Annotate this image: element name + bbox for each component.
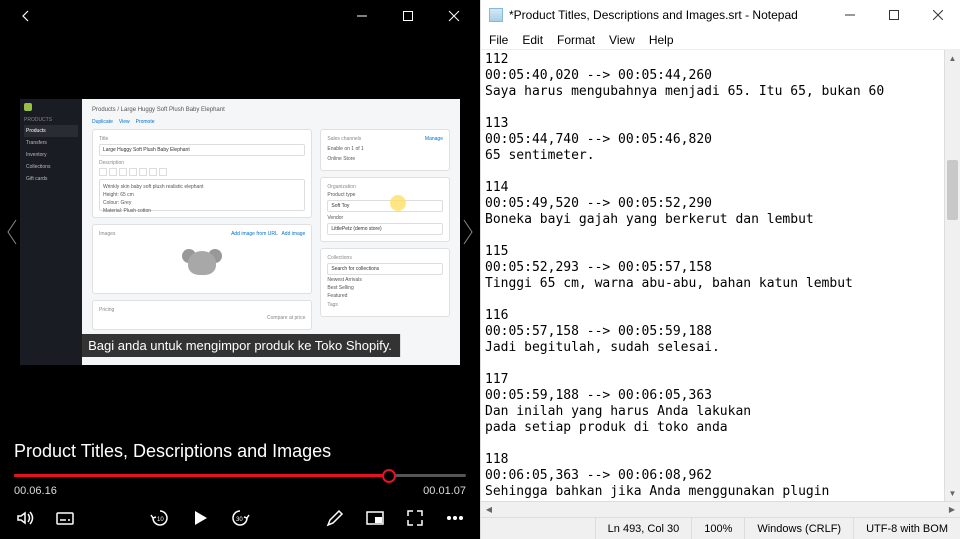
scroll-left-icon[interactable]: ◀	[481, 502, 497, 517]
add-url-link: Add image from URL	[231, 231, 278, 237]
scroll-thumb[interactable]	[947, 160, 958, 220]
video-player-window: PRODUCTS Products Transfers Inventory Co…	[0, 0, 480, 539]
menu-view[interactable]: View	[609, 33, 635, 47]
coll-item: Best Selling	[327, 285, 443, 291]
subtitles-button[interactable]	[54, 507, 76, 529]
total-time: 00.01.07	[423, 485, 466, 497]
sidebar-item-inventory: Inventory	[24, 149, 78, 161]
coll-item: Featured	[327, 293, 443, 299]
subtitle-caption: Bagi anda untuk mengimpor produk ke Toko…	[80, 334, 400, 357]
close-button[interactable]	[916, 1, 960, 29]
status-encoding: UTF-8 with BOM	[853, 518, 960, 539]
seek-bar[interactable]	[14, 474, 466, 477]
menu-edit[interactable]: Edit	[522, 33, 543, 47]
miniview-button[interactable]	[364, 507, 386, 529]
coll-item: Newest Arrivals	[327, 277, 443, 283]
status-position: Ln 493, Col 30	[595, 518, 692, 539]
sales-count: Enable on 1 of 1	[327, 146, 443, 152]
more-button[interactable]	[444, 507, 466, 529]
scroll-down-icon[interactable]: ▼	[945, 485, 960, 501]
skip-forward-button[interactable]: 30	[229, 507, 251, 529]
status-zoom: 100%	[691, 518, 744, 539]
cursor-highlight-icon	[390, 195, 406, 211]
notepad-titlebar: *Product Titles, Descriptions and Images…	[481, 0, 960, 30]
menu-file[interactable]: File	[489, 33, 508, 47]
title-label: Title	[99, 136, 305, 142]
org-label: Organization	[327, 184, 443, 190]
scroll-up-icon[interactable]: ▲	[945, 50, 960, 66]
sales-label: Sales channels	[327, 136, 361, 142]
view-link: View	[119, 119, 130, 125]
images-label: Images	[99, 231, 115, 237]
online-store: Online Store	[327, 156, 443, 162]
volume-button[interactable]	[14, 507, 36, 529]
video-info: Product Titles, Descriptions and Images	[0, 431, 480, 462]
sidebar-item-products: Products	[24, 125, 78, 137]
svg-text:10: 10	[157, 517, 164, 523]
vertical-scrollbar[interactable]: ▲ ▼	[944, 50, 960, 501]
sidebar-item-collections: Collections	[24, 161, 78, 173]
sidebar-item-giftcards: Gift cards	[24, 173, 78, 185]
window-title: *Product Titles, Descriptions and Images…	[509, 8, 798, 22]
scroll-right-icon[interactable]: ▶	[944, 502, 960, 517]
video-controls: 10 30	[0, 501, 480, 539]
tags-label: Tags	[327, 302, 443, 308]
desc-line: Colour: Grey	[103, 200, 301, 206]
notepad-window: *Product Titles, Descriptions and Images…	[480, 0, 960, 539]
minimize-button[interactable]	[340, 1, 384, 31]
maximize-button[interactable]	[872, 1, 916, 29]
vendor-value: LittlePetz (demo store)	[327, 223, 443, 235]
text-area[interactable]: 112 00:05:40,020 --> 00:05:44,260 Saya h…	[481, 50, 944, 501]
title-input: Large Huggy Soft Plush Baby Elephant	[99, 144, 305, 156]
current-time: 00.06.16	[14, 485, 57, 497]
menu-help[interactable]: Help	[649, 33, 674, 47]
status-eol: Windows (CRLF)	[744, 518, 853, 539]
minimize-button[interactable]	[828, 1, 872, 29]
svg-text:30: 30	[236, 517, 243, 523]
desc-line: Wrinkly skin baby soft plush realistic e…	[103, 184, 301, 190]
shopify-screenshot: PRODUCTS Products Transfers Inventory Co…	[20, 99, 460, 365]
status-bar: Ln 493, Col 30 100% Windows (CRLF) UTF-8…	[481, 517, 960, 539]
breadcrumb: Products / Large Huggy Soft Plush Baby E…	[92, 107, 450, 113]
horizontal-scrollbar[interactable]: ◀ ▶	[481, 501, 960, 517]
promote-link: Promote	[136, 119, 155, 125]
video-titlebar	[0, 0, 480, 32]
menu-format[interactable]: Format	[557, 33, 595, 47]
fullscreen-button[interactable]	[404, 507, 426, 529]
edit-button[interactable]	[324, 507, 346, 529]
duplicate-link: Duplicate	[92, 119, 113, 125]
back-button[interactable]	[4, 1, 48, 31]
coll-search: Search for collections	[327, 263, 443, 275]
manage-link: Manage	[425, 136, 443, 144]
maximize-button[interactable]	[386, 1, 430, 31]
video-frame: PRODUCTS Products Transfers Inventory Co…	[20, 99, 460, 365]
ptype-label: Product type	[327, 192, 443, 198]
desc-line: Height: 65 cm	[103, 192, 301, 198]
desc-line: Material: Plush cotton	[103, 208, 301, 214]
menu-bar: File Edit Format View Help	[481, 30, 960, 50]
close-button[interactable]	[432, 1, 476, 31]
vendor-label: Vendor	[327, 215, 443, 221]
progress-container: 00.06.16 00.01.07	[0, 462, 480, 501]
notepad-icon	[489, 8, 503, 22]
coll-label: Collections	[327, 255, 443, 261]
seek-handle[interactable]	[382, 469, 396, 483]
shopify-logo-icon	[24, 103, 32, 111]
skip-back-button[interactable]: 10	[149, 507, 171, 529]
video-viewport[interactable]: PRODUCTS Products Transfers Inventory Co…	[0, 32, 480, 431]
desc-label: Description	[99, 160, 305, 166]
play-button[interactable]	[189, 507, 211, 529]
sidebar-item-transfers: Transfers	[24, 137, 78, 149]
compare-label: Compare at price	[99, 315, 305, 321]
video-title: Product Titles, Descriptions and Images	[14, 441, 466, 462]
elephant-image	[182, 243, 222, 283]
add-image-link: Add image	[281, 231, 305, 237]
pricing-label: Pricing	[99, 307, 305, 313]
ptype-value: Soft Toy	[327, 200, 443, 212]
sidebar-section-label: PRODUCTS	[24, 117, 78, 123]
